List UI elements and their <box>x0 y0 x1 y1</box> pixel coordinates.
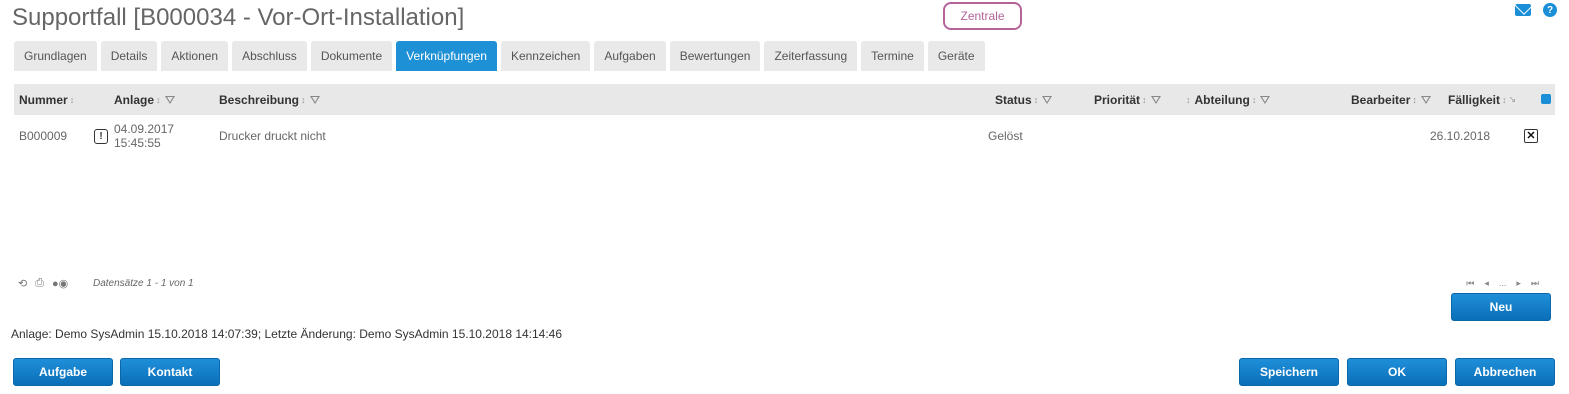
filter-icon[interactable] <box>1420 95 1431 104</box>
tab-termine[interactable]: Termine <box>861 41 924 71</box>
sort-icon[interactable]: ↕ <box>1412 95 1417 105</box>
print-icon[interactable]: ⎙ <box>35 277 44 290</box>
remove-link-icon[interactable]: ✕ <box>1524 129 1538 143</box>
grid-header: Nummer ↕ Anlage ↕ Beschreibung ↕ Status … <box>14 84 1555 115</box>
cell-status: Gelöst <box>988 129 1023 143</box>
cancel-button[interactable]: Abbrechen <box>1455 358 1555 386</box>
prev-page-icon[interactable]: ◂ <box>1484 278 1489 289</box>
sort-direction-icon[interactable]: ↘ <box>1509 94 1517 105</box>
tab-verknuepfungen[interactable]: Verknüpfungen <box>396 41 497 71</box>
task-button[interactable]: Aufgabe <box>13 358 113 386</box>
column-label: Fälligkeit <box>1448 92 1501 107</box>
cell-beschreibung: Drucker druckt nicht <box>219 129 326 143</box>
sort-icon[interactable]: ↕ <box>1034 95 1039 105</box>
column-label: Beschreibung <box>219 92 300 107</box>
tab-grundlagen[interactable]: Grundlagen <box>14 41 97 71</box>
column-label: Priorität <box>1094 92 1141 107</box>
sort-icon[interactable]: ↕ <box>301 95 306 105</box>
filter-icon[interactable] <box>1042 95 1053 104</box>
tab-aufgaben[interactable]: Aufgaben <box>594 41 666 71</box>
column-label: Nummer <box>19 92 68 107</box>
page-title: Supportfall [B000034 - Vor-Ort-Installat… <box>12 4 465 31</box>
refresh-icon[interactable]: ⟲ <box>18 277 27 290</box>
tab-dokumente[interactable]: Dokumente <box>310 41 393 71</box>
column-header-abteilung[interactable]: ↕ Abteilung ↕ <box>1184 84 1271 115</box>
next-page-icon[interactable]: ▸ <box>1516 278 1521 289</box>
grid-toolbar: ⟲ ⎙ ●◉ <box>18 277 68 290</box>
column-label: Status <box>995 92 1032 107</box>
mail-icon[interactable] <box>1515 4 1531 16</box>
sort-icon[interactable]: ↕ <box>1142 95 1147 105</box>
tab-details[interactable]: Details <box>100 41 158 71</box>
tab-abschluss[interactable]: Abschluss <box>232 41 307 71</box>
tab-bar: Grundlagen Details Aktionen Abschluss Do… <box>14 41 985 71</box>
column-chooser-icon[interactable] <box>1541 94 1551 104</box>
location-badge[interactable]: Zentrale <box>943 2 1022 30</box>
column-header-prioritaet[interactable]: Priorität ↕ <box>1094 84 1161 115</box>
table-row[interactable]: B000009 ! 04.09.2017 15:45:55 Drucker dr… <box>14 116 1555 156</box>
sort-icon[interactable]: ↕ <box>156 95 161 105</box>
priority-warning-icon: ! <box>94 129 108 144</box>
cell-anlage-date: 04.09.2017 <box>114 122 175 136</box>
column-header-anlage[interactable]: Anlage ↕ <box>114 84 175 115</box>
column-header-status[interactable]: Status ↕ <box>995 84 1053 115</box>
filter-icon[interactable] <box>1150 95 1161 104</box>
first-page-icon[interactable]: ⏮ <box>1466 278 1474 289</box>
cell-nummer: B000009 <box>19 129 68 143</box>
tab-kennzeichen[interactable]: Kennzeichen <box>500 41 591 71</box>
save-button[interactable]: Speichern <box>1239 358 1339 386</box>
help-icon[interactable]: ? <box>1543 3 1557 17</box>
tab-bewertungen[interactable]: Bewertungen <box>669 41 761 71</box>
records-count: Datensätze 1 - 1 von 1 <box>93 278 194 289</box>
tab-zeiterfassung[interactable]: Zeiterfassung <box>764 41 858 71</box>
sort-icon[interactable]: ↕ <box>70 95 75 105</box>
tab-geraete[interactable]: Geräte <box>927 41 985 71</box>
column-label: Bearbeiter <box>1351 92 1411 107</box>
cell-anlage-time: 15:45:55 <box>114 136 161 150</box>
sort-icon[interactable]: ↕ <box>1252 95 1257 105</box>
column-label: Anlage <box>114 92 155 107</box>
column-header-bearbeiter[interactable]: Bearbeiter ↕ <box>1351 84 1431 115</box>
column-header-faelligkeit[interactable]: Fälligkeit ↕ ↘ <box>1448 84 1516 115</box>
cell-faelligkeit: 26.10.2018 <box>1430 129 1491 143</box>
tab-aktionen[interactable]: Aktionen <box>161 41 229 71</box>
settings-icon[interactable]: ●◉ <box>52 277 68 290</box>
filter-icon[interactable] <box>309 95 320 104</box>
audit-info: Anlage: Demo SysAdmin 15.10.2018 14:07:3… <box>11 327 563 341</box>
new-button[interactable]: Neu <box>1451 293 1551 321</box>
filter-icon[interactable] <box>164 95 175 104</box>
top-icons: ? <box>1515 3 1557 17</box>
ok-button[interactable]: OK <box>1347 358 1447 386</box>
sort-icon[interactable]: ↕ <box>1502 95 1507 105</box>
column-label: Abteilung <box>1194 92 1250 107</box>
column-header-nummer[interactable]: Nummer ↕ <box>19 84 74 115</box>
contact-button[interactable]: Kontakt <box>120 358 220 386</box>
column-header-beschreibung[interactable]: Beschreibung ↕ <box>219 84 320 115</box>
page-ellipsis: ... <box>1498 278 1507 288</box>
sort-icon[interactable]: ↕ <box>1186 95 1191 105</box>
last-page-icon[interactable]: ⏭ <box>1531 278 1539 289</box>
filter-icon[interactable] <box>1260 95 1271 104</box>
pager: ⏮ ◂ ... ▸ ⏭ <box>1466 278 1539 289</box>
